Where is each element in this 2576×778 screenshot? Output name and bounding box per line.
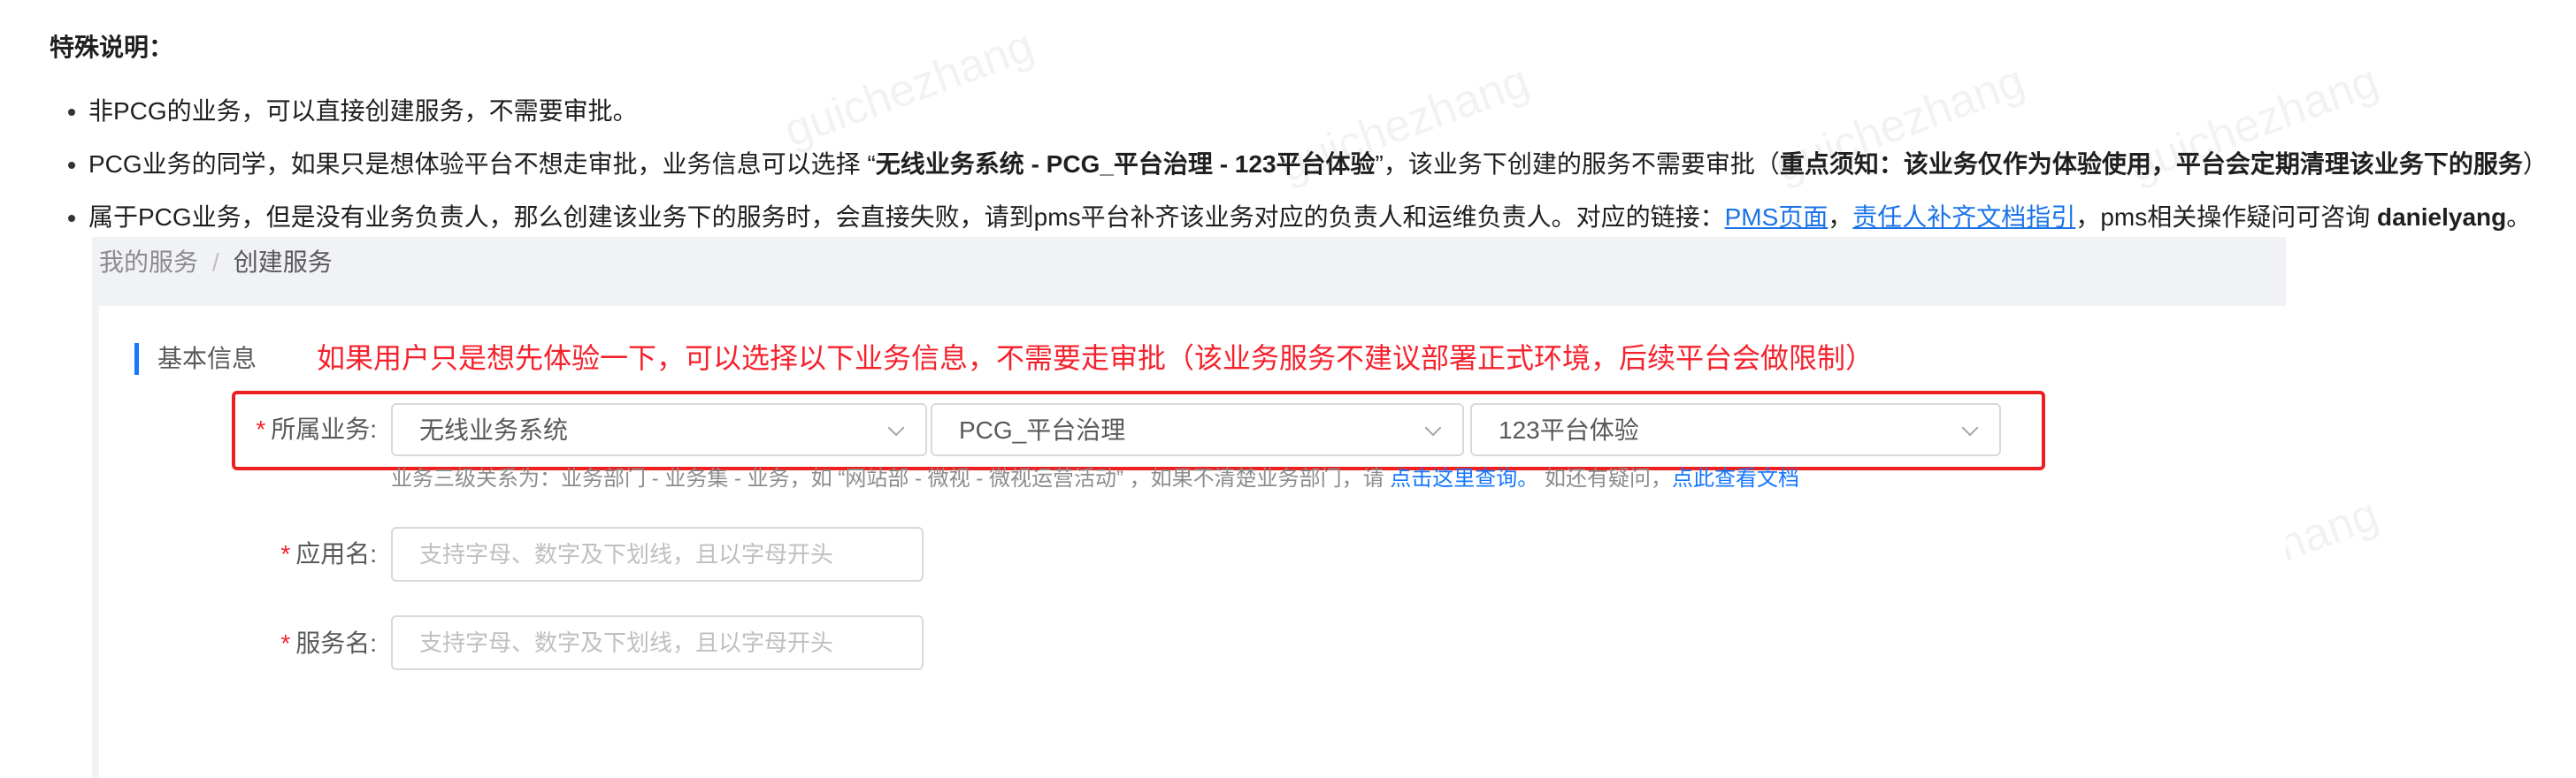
business-level1-value: 无线业务系统 (419, 416, 569, 444)
note-text: ） (2522, 150, 2548, 178)
business-label-text: 所属业务: (271, 416, 377, 443)
breadcrumb-my-services[interactable]: 我的服务 (99, 248, 198, 276)
note-text: 。 (2506, 203, 2532, 231)
help-text: 业务三级关系为：业务部门 - 业务集 - 业务，如 “网站部 - 微视 - 微视… (391, 467, 1391, 491)
service-name-input[interactable] (391, 615, 924, 670)
app-name-input[interactable] (391, 527, 924, 582)
cleanup-warning: 重点须知：该业务仅作为体验使用，平台会定期清理该业务下的服务 (1779, 150, 2523, 178)
section-accent-bar (134, 343, 139, 375)
view-docs-link[interactable]: 点此查看文档 (1672, 467, 1799, 491)
note-item-non-pcg: 非PCG的业务，可以直接创建服务，不需要审批。 (88, 85, 2576, 138)
required-mark: * (256, 416, 266, 443)
service-name-label-text: 服务名: (295, 629, 377, 657)
breadcrumb-current: 创建服务 (233, 248, 333, 276)
business-level3-value: 123平台体验 (1499, 416, 1639, 444)
breadcrumb: 我的服务 / 创建服务 (99, 244, 333, 281)
note-text: ， (1828, 203, 1853, 231)
business-level1-select[interactable]: 无线业务系统 (391, 403, 927, 456)
trial-notice: 如果用户只是想先体验一下，可以选择以下业务信息，不需要走审批（该业务服务不建议部… (317, 342, 1874, 374)
note-text: ，pms相关操作疑问可咨询 (2075, 203, 2377, 231)
chevron-down-icon (887, 426, 905, 437)
note-text: 属于PCG业务，但是没有业务负责人，那么创建该业务下的服务时，会直接失败，请到p… (88, 203, 1725, 231)
business-label: * 所属业务: (239, 412, 377, 447)
chevron-down-icon (1424, 426, 1442, 437)
section-title: 基本信息 (157, 345, 257, 372)
owner-doc-link[interactable]: 责任人补齐文档指引 (1852, 203, 2075, 231)
app-name-label: * 应用名: (239, 537, 377, 572)
service-name-label: * 服务名: (239, 626, 377, 661)
breadcrumb-separator: / (212, 248, 219, 276)
query-here-link[interactable]: 点击这里查询。 (1390, 467, 1538, 491)
special-notes-list: 非PCG的业务，可以直接创建服务，不需要审批。 PCG业务的同学，如果只是想体验… (50, 85, 2576, 244)
required-mark: * (280, 629, 291, 657)
required-mark: * (280, 540, 291, 568)
chevron-down-icon (1961, 426, 1979, 437)
pms-page-link[interactable]: PMS页面 (1725, 203, 1828, 231)
note-text: PCG业务的同学，如果只是想体验平台不想走审批，业务信息可以选择 “ (88, 150, 876, 178)
business-level2-select[interactable]: PCG_平台治理 (931, 403, 1464, 456)
business-level3-select[interactable]: 123平台体验 (1470, 403, 2001, 456)
special-notes-title: 特殊说明： (50, 34, 174, 61)
business-level2-value: PCG_平台治理 (959, 416, 1126, 444)
note-text: ”，该业务下创建的服务不需要审批（ (1375, 150, 1780, 178)
business-help-text: 业务三级关系为：业务部门 - 业务集 - 业务，如 “网站部 - 微视 - 微视… (391, 467, 1799, 492)
note-text: 非PCG的业务，可以直接创建服务，不需要审批。 (88, 97, 638, 125)
note-item-missing-owner: 属于PCG业务，但是没有业务负责人，那么创建该业务下的服务时，会直接失败，请到p… (88, 191, 2576, 244)
trial-business-path: 无线业务系统 - PCG_平台治理 - 123平台体验 (875, 150, 1376, 178)
contact-name: danielyang (2377, 203, 2507, 231)
note-item-trial-business: PCG业务的同学，如果只是想体验平台不想走审批，业务信息可以选择 “无线业务系统… (88, 138, 2576, 191)
app-name-label-text: 应用名: (295, 540, 377, 568)
help-text: 如还有疑问， (1538, 467, 1672, 491)
